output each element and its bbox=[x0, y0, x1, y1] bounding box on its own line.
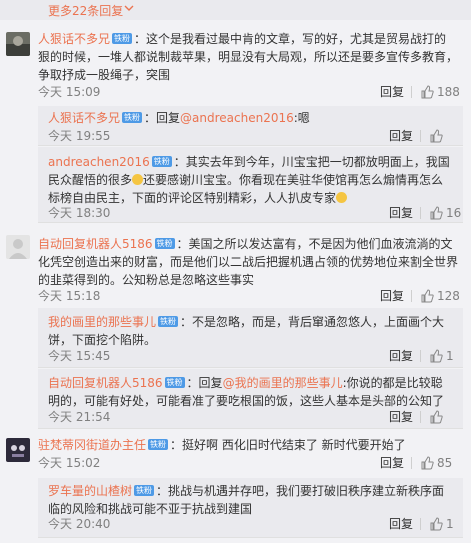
reply-button[interactable]: 回复 bbox=[389, 348, 413, 364]
emoji-icon bbox=[132, 174, 144, 185]
sub-reply-item: 我的画里的那些事儿 铁粉 ：不是忽略，而是，背后窜通忽悠人，上面画个大饼，下面挖个陷… bbox=[38, 308, 463, 368]
sub-reply-item: andreachen2016 铁粉 ：其实去年到今年，川宝宝把一切都放明面上，我国民… bbox=[38, 147, 463, 223]
thumbs-up-icon[interactable] bbox=[429, 206, 443, 220]
reply-meta: 今天 21:54 回复 bbox=[48, 409, 453, 425]
thumbs-up-icon[interactable] bbox=[420, 85, 434, 99]
fan-badge: 铁粉 bbox=[154, 238, 175, 249]
reply-button[interactable]: 回复 bbox=[389, 409, 413, 425]
mention-link[interactable]: @andreachen2016 bbox=[180, 111, 294, 125]
more-replies-bar[interactable]: 更多22条回复 bbox=[0, 0, 471, 20]
divider bbox=[411, 86, 412, 98]
comment-body: ：挺好啊 西化旧时代结束了 新时代要开始了 bbox=[170, 438, 406, 452]
timestamp: 今天 15:45 bbox=[48, 349, 111, 363]
comment-meta: 今天 15:18 回复 128 bbox=[38, 288, 460, 304]
username-link[interactable]: 人狠话不多兄 bbox=[38, 32, 110, 46]
thumbs-up-icon[interactable] bbox=[429, 517, 443, 531]
reply-meta: 今天 20:40 回复 1 bbox=[48, 516, 454, 532]
reply-text: 自动回复机器人5186 铁粉 ：回复@我的画里的那些事儿:你说的都是比较聪明的，可能… bbox=[48, 374, 453, 410]
divider bbox=[420, 411, 421, 423]
thumbs-up-icon[interactable] bbox=[429, 349, 443, 363]
reply-prefix: ：回复 bbox=[144, 111, 181, 125]
fan-badge: 铁粉 bbox=[164, 377, 185, 388]
fan-badge: 铁粉 bbox=[112, 33, 133, 44]
timestamp: 今天 15:18 bbox=[38, 289, 101, 303]
divider bbox=[420, 518, 421, 530]
username-link[interactable]: 罗车量的山楂树 bbox=[48, 484, 132, 498]
fan-badge: 铁粉 bbox=[122, 112, 143, 123]
timestamp: 今天 19:55 bbox=[48, 129, 111, 143]
reply-body: :嗯 bbox=[293, 111, 310, 125]
username-link[interactable]: 自动回复机器人5186 bbox=[38, 237, 153, 251]
timestamp: 今天 18:30 bbox=[48, 206, 111, 220]
divider bbox=[411, 290, 412, 302]
sub-reply-item: 人狠话不多兄 铁粉 ：回复@andreachen2016:嗯 今天 19:55 回复 bbox=[38, 106, 463, 146]
divider bbox=[420, 207, 421, 219]
username-link[interactable]: 自动回复机器人5186 bbox=[48, 376, 163, 390]
sub-reply-item: 自动回复机器人5186 铁粉 ：回复@我的画里的那些事儿:你说的都是比较聪明的，可能… bbox=[38, 369, 463, 429]
reply-button[interactable]: 回复 bbox=[380, 455, 404, 471]
timestamp: 今天 21:54 bbox=[48, 410, 111, 424]
reply-prefix: ：回复 bbox=[186, 376, 223, 390]
avatar[interactable] bbox=[6, 32, 30, 56]
username-link[interactable]: 驻梵蒂冈街道办主任 bbox=[38, 438, 146, 452]
comment-meta: 今天 15:09 回复 188 bbox=[38, 84, 460, 100]
reply-button[interactable]: 回复 bbox=[389, 128, 413, 144]
timestamp: 今天 15:02 bbox=[38, 456, 101, 470]
reply-button[interactable]: 回复 bbox=[389, 516, 413, 532]
like-count: 85 bbox=[437, 456, 453, 470]
timestamp: 今天 20:40 bbox=[48, 517, 111, 531]
username-link[interactable]: 我的画里的那些事儿 bbox=[48, 315, 156, 329]
like-count: 1 bbox=[446, 349, 454, 363]
like-count: 16 bbox=[446, 206, 462, 220]
reply-text: 人狠话不多兄 铁粉 ：回复@andreachen2016:嗯 bbox=[48, 109, 453, 127]
reply-button[interactable]: 回复 bbox=[380, 288, 404, 304]
reply-meta: 今天 15:45 回复 1 bbox=[48, 348, 454, 364]
sub-reply-item: 罗车量的山楂树 铁粉 ：挑战与机遇并存吧，我们要打破旧秩序建立新秩序面临的风险和挑战… bbox=[38, 478, 463, 538]
thumbs-up-icon[interactable] bbox=[429, 410, 443, 424]
avatar[interactable] bbox=[6, 235, 30, 259]
reply-text: andreachen2016 铁粉 ：其实去年到今年，川宝宝把一切都放明面上，我国民… bbox=[48, 153, 453, 207]
mention-link[interactable]: @我的画里的那些事儿 bbox=[223, 376, 343, 390]
fan-badge: 铁粉 bbox=[148, 439, 169, 450]
comment-meta: 今天 15:02 回复 85 bbox=[38, 455, 458, 471]
like-count: 1 bbox=[446, 517, 454, 531]
timestamp: 今天 15:09 bbox=[38, 85, 101, 99]
reply-meta: 今天 19:55 回复 bbox=[48, 128, 453, 144]
comment-text: 自动回复机器人5186 铁粉 ：美国之所以发达富有，不是因为他们血液流淌的文化凭空创… bbox=[38, 235, 458, 289]
divider bbox=[420, 130, 421, 142]
username-link[interactable]: 人狠话不多兄 bbox=[48, 111, 120, 125]
comment-text: 人狠话不多兄 铁粉 ：这个是我看过最中肯的文章，写的好，尤其是贸易战打的狠的时候，一… bbox=[38, 30, 458, 84]
reply-button[interactable]: 回复 bbox=[389, 205, 413, 221]
thumbs-up-icon[interactable] bbox=[420, 289, 434, 303]
emoji-icon bbox=[336, 192, 348, 203]
more-replies-link[interactable]: 更多22条回复 bbox=[48, 2, 123, 19]
fan-badge: 铁粉 bbox=[158, 316, 179, 327]
fan-badge: 铁粉 bbox=[151, 156, 172, 167]
username-link[interactable]: andreachen2016 bbox=[48, 155, 150, 169]
like-count: 128 bbox=[437, 289, 460, 303]
reply-meta: 今天 18:30 回复 16 bbox=[48, 205, 461, 221]
chevron-down-icon bbox=[124, 5, 134, 11]
divider bbox=[420, 350, 421, 362]
avatar[interactable] bbox=[6, 438, 30, 462]
like-count: 188 bbox=[437, 85, 460, 99]
thumbs-up-icon[interactable] bbox=[420, 456, 434, 470]
comment-text: 驻梵蒂冈街道办主任 铁粉 ：挺好啊 西化旧时代结束了 新时代要开始了 bbox=[38, 436, 458, 454]
reply-text: 我的画里的那些事儿 铁粉 ：不是忽略，而是，背后窜通忽悠人，上面画个大饼，下面挖个陷… bbox=[48, 313, 453, 349]
fan-badge: 铁粉 bbox=[134, 485, 155, 496]
thumbs-up-icon[interactable] bbox=[429, 129, 443, 143]
divider bbox=[411, 457, 412, 469]
reply-text: 罗车量的山楂树 铁粉 ：挑战与机遇并存吧，我们要打破旧秩序建立新秩序面临的风险和挑战… bbox=[48, 482, 453, 518]
reply-button[interactable]: 回复 bbox=[380, 84, 404, 100]
